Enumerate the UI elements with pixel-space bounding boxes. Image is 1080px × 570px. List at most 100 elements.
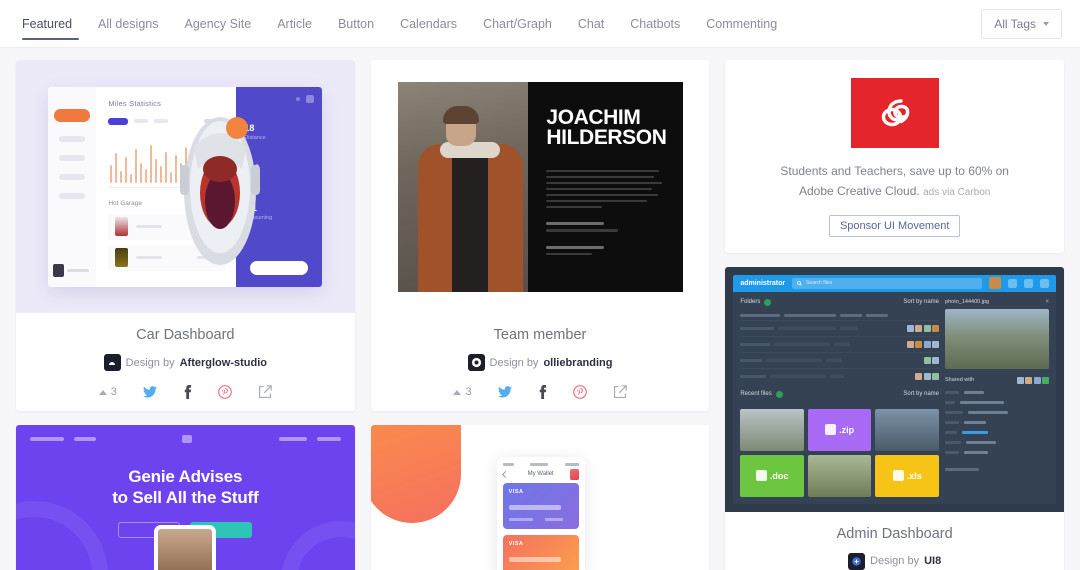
refresh-icon: [1024, 278, 1034, 288]
tab-label: Chatbots: [630, 16, 681, 31]
sponsor-button[interactable]: Sponsor UI Movement: [828, 214, 961, 237]
tab-button[interactable]: Button: [325, 0, 387, 48]
design-card-admin-dashboard[interactable]: administrator Search files Folders Sort …: [725, 266, 1065, 570]
ad-attribution[interactable]: ads via Carbon: [923, 187, 990, 198]
tab-featured[interactable]: Featured: [16, 0, 85, 48]
card-thumbnail[interactable]: JOACHIM HILDERSON: [370, 60, 710, 313]
tab-chat[interactable]: Chat: [565, 0, 617, 48]
meta-row: [945, 450, 1049, 454]
product-name: [136, 225, 163, 228]
table-row: [740, 335, 940, 352]
facebook-share-button[interactable]: [538, 385, 547, 399]
upvote-button[interactable]: 3: [453, 386, 472, 398]
table-row: [740, 367, 940, 384]
external-link-button[interactable]: [613, 385, 627, 399]
member-name: JOACHIM HILDERSON: [546, 106, 666, 148]
recent-files-grid: .zip .doc .xls: [740, 408, 940, 497]
credit-card-orange: VISA: [502, 535, 579, 570]
mockup-headline: Genie Advises to Sell All the Stuff: [16, 467, 355, 508]
mockup-panel-title: Miles Statistics: [108, 98, 162, 108]
tab-commenting[interactable]: Commenting: [693, 0, 790, 48]
design-card-team-member[interactable]: JOACHIM HILDERSON Team member Design by …: [370, 60, 710, 411]
meta-row: [945, 430, 1049, 434]
preview-filename: photo_144400.jpg: [945, 298, 990, 305]
tab-article[interactable]: Article: [264, 0, 325, 48]
pinterest-icon: [572, 385, 587, 399]
shared-with-header: Shared with: [945, 376, 1050, 384]
pinterest-share-button[interactable]: [218, 385, 232, 399]
tab-chatbots[interactable]: Chatbots: [617, 0, 693, 48]
tab-agency-site[interactable]: Agency Site: [171, 0, 264, 48]
admin-dashboard-mockup: administrator Search files Folders Sort …: [733, 274, 1057, 504]
member-contact-block: [546, 245, 666, 256]
tab-all-designs[interactable]: All designs: [85, 0, 171, 48]
designer-name[interactable]: UI8: [924, 555, 941, 567]
sponsor-ad[interactable]: Students and Teachers, save up to 60% on…: [725, 60, 1065, 253]
add-file-icon: [775, 390, 783, 398]
category-tabs: Featured All designs Agency Site Article…: [16, 0, 790, 48]
settings-icon: [1040, 278, 1050, 288]
mockup-body: Folders Sort by name Recent files Sort b…: [733, 292, 1056, 504]
designer-name[interactable]: Afterglow-studio: [180, 357, 267, 369]
grid-icon: [306, 94, 315, 103]
designer-name[interactable]: olliebranding: [543, 357, 612, 369]
upvote-icon: [453, 389, 462, 395]
contact-heading: [546, 245, 605, 249]
folders-heading: Folders: [740, 299, 761, 306]
twitter-share-button[interactable]: [142, 386, 157, 398]
table-row: [740, 319, 940, 336]
card-meta: Team member Design by olliebranding 3: [371, 313, 710, 411]
wallet-screen-title: My Wallet: [527, 471, 554, 477]
top-navigation-bar: Featured All designs Agency Site Article…: [0, 0, 1080, 48]
back-arrow-icon: [501, 470, 509, 478]
chevron-down-icon: [1043, 21, 1049, 26]
ad-line-2-text: Adobe Creative Cloud.: [799, 183, 920, 198]
role-heading: [546, 222, 605, 226]
card-designer-credit: Design by UI8: [735, 552, 1054, 570]
close-icon[interactable]: ×: [1046, 299, 1050, 305]
folders-panel: Folders Sort by name Recent files Sort b…: [740, 298, 940, 497]
all-tags-dropdown[interactable]: All Tags: [981, 8, 1062, 39]
upvote-button[interactable]: 3: [98, 386, 117, 398]
sidebar-item: [59, 154, 86, 161]
external-link-button[interactable]: [258, 385, 272, 399]
tab-label: Button: [337, 16, 375, 31]
pinterest-share-button[interactable]: [572, 385, 587, 399]
member-info-panel: JOACHIM HILDERSON: [528, 81, 683, 292]
card-thumbnail[interactable]: Miles Statistics Hot Garage 18 Distance …: [16, 60, 355, 313]
tab-label: Calendars: [400, 16, 458, 31]
add-description-row[interactable]: [945, 467, 1049, 471]
card-actions: 3: [381, 385, 700, 399]
user-avatars: [923, 356, 940, 364]
meta-row: [945, 420, 1049, 424]
design-card-wallet[interactable]: My Wallet VISA VISA: [370, 425, 710, 570]
search-placeholder: Search files: [806, 280, 833, 287]
sidebar-item: [59, 135, 86, 142]
card-thumbnail[interactable]: My Wallet VISA VISA: [370, 425, 710, 570]
card-actions: 3: [26, 385, 345, 399]
notification-badge: [226, 116, 249, 139]
sponsor-button-label: Sponsor UI Movement: [839, 219, 950, 232]
sort-label: Sort by name: [903, 391, 940, 398]
tab-calendars[interactable]: Calendars: [387, 0, 470, 48]
facebook-share-button[interactable]: [183, 385, 192, 399]
card-thumbnail[interactable]: administrator Search files Folders Sort …: [725, 266, 1065, 512]
sidebar-item: [59, 173, 86, 180]
external-link-icon: [613, 385, 627, 399]
designer-avatar: [467, 354, 485, 371]
grid-column-1: Miles Statistics Hot Garage 18 Distance …: [16, 60, 355, 570]
twitter-share-button[interactable]: [497, 386, 512, 398]
avatar: [53, 263, 65, 277]
card-thumbnail[interactable]: Genie Advises to Sell All the Stuff: [16, 425, 355, 570]
design-by-label: Design by: [125, 356, 175, 369]
tab-label: Chart/Graph: [483, 16, 552, 31]
design-card-car-dashboard[interactable]: Miles Statistics Hot Garage 18 Distance …: [16, 60, 355, 411]
card-designer-credit: Design by olliebranding: [381, 354, 700, 371]
file-icon: [892, 470, 904, 482]
user-avatar: [989, 277, 1002, 290]
sports-car-illustration: [180, 116, 261, 265]
card-footer: [508, 518, 573, 521]
mockup-sidebar: [48, 86, 97, 287]
tab-chart-graph[interactable]: Chart/Graph: [470, 0, 565, 48]
design-card-genie[interactable]: Genie Advises to Sell All the Stuff: [16, 425, 355, 570]
